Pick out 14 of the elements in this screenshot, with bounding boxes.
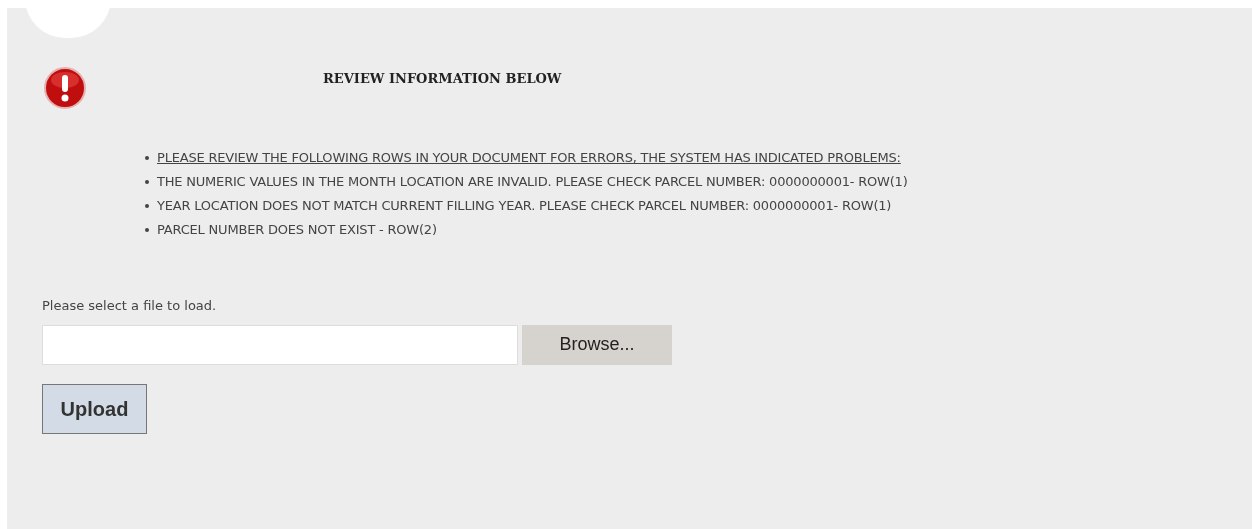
message-text: PARCEL NUMBER DOES NOT EXIST - ROW(2) bbox=[157, 221, 437, 240]
message-text: THE NUMERIC VALUES IN THE MONTH LOCATION ARE INVALID. PLEASE CHECK PARCEL NUMBER: 0000000001- ROW(1) bbox=[157, 173, 908, 192]
browse-button[interactable]: Browse... bbox=[522, 324, 672, 365]
bullet-icon bbox=[145, 204, 149, 208]
bullet-icon bbox=[145, 180, 149, 184]
upload-button[interactable]: Upload bbox=[42, 383, 147, 434]
error-icon bbox=[42, 66, 88, 110]
message-text: YEAR LOCATION DOES NOT MATCH CURRENT FILLING YEAR. PLEASE CHECK PARCEL NUMBER: 0000000001- ROW(1) bbox=[157, 197, 892, 216]
file-path-field[interactable] bbox=[42, 324, 518, 365]
alert-title: REVIEW INFORMATION BELOW bbox=[323, 70, 562, 88]
upload-label: Please select a file to load. bbox=[42, 297, 217, 315]
message-text: PLEASE REVIEW THE FOLLOWING ROWS IN YOUR DOCUMENT FOR ERRORS, THE SYSTEM HAS INDICATED PROBLEMS: bbox=[157, 149, 901, 168]
bullet-icon bbox=[145, 156, 149, 160]
bullet-icon bbox=[145, 228, 149, 232]
